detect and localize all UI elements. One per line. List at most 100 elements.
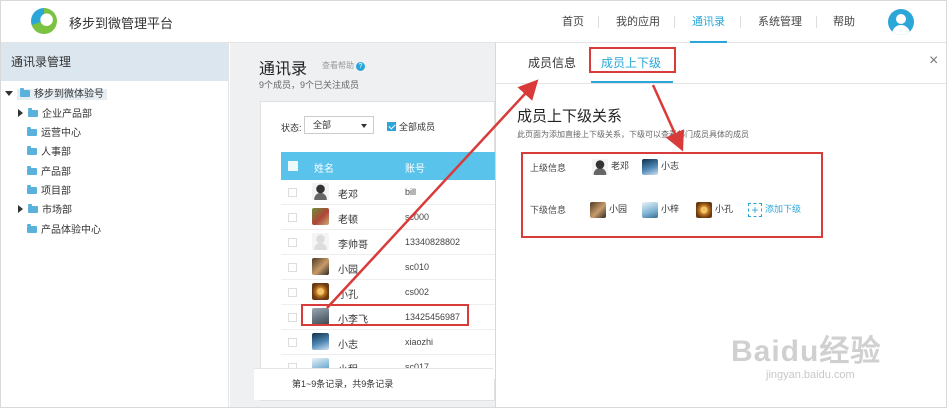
column-header-name[interactable]: 姓名 [314,160,334,175]
contacts-panel: 通讯录 查看帮助? 9个成员，9个已关注成员 状态: 全部 全部成员 姓名 账号… [230,43,496,407]
close-icon[interactable]: × [929,52,938,70]
tree-item-label: 项目部 [41,186,71,197]
nav-system-management[interactable]: 系统管理 [758,1,802,43]
tree-item-label: 人事部 [41,147,71,158]
folder-icon [28,108,38,117]
question-icon: ? [356,62,365,71]
user-avatar-icon[interactable] [888,9,914,35]
member-name: 小园 [338,265,358,276]
tree-item-hr[interactable]: 人事部 [27,145,71,161]
help-link-label: 查看帮助 [322,61,354,70]
watermark-url: jingyan.baidu.com [766,369,855,381]
member-summary: 9个成员，9个已关注成员 [259,80,360,90]
member-name: 李帅哥 [338,240,368,251]
tree-item-product-dept[interactable]: 企业产品部 [18,107,92,123]
row-checkbox[interactable] [288,238,297,247]
tree-item-label: 市场部 [42,205,72,216]
watermark-logo: Baidu经验 [731,335,882,368]
member-account: sc010 [405,262,430,272]
member-table: 姓名 账号 老邓 bill 老顿 sc000 李帅哥 13340828802 小园 sc… [281,152,496,380]
folder-icon [27,224,37,233]
nav-my-apps[interactable]: 我的应用 [616,1,660,43]
select-all-checkbox[interactable] [288,161,298,171]
table-header: 姓名 账号 [281,152,496,180]
folder-icon [27,127,37,136]
nav-help[interactable]: 帮助 [833,1,855,43]
annotation-box-hierarchy [521,152,823,238]
row-checkbox[interactable] [288,288,297,297]
tree-item-label: 产品体验中心 [41,225,101,236]
tree-item-product[interactable]: 产品部 [27,165,71,181]
active-tab-indicator [591,81,673,83]
folder-icon [27,166,37,175]
avatar [312,283,329,300]
folder-icon [20,88,30,97]
app-window: 移步到微管理平台 首页 我的应用 通讯录 系统管理 帮助 通讯录管理 移步到微体… [0,0,947,408]
avatar [312,233,329,250]
tree-item-experience-center[interactable]: 产品体验中心 [27,223,101,239]
table-row[interactable]: 小园 sc010 [281,255,496,280]
tab-member-info[interactable]: 成员信息 [528,54,576,71]
detail-tabs: 成员信息 成员上下级 × [496,43,946,84]
pagination-info: 第1~9条记录，共9条记录 [254,368,493,400]
member-account: bill [405,187,417,197]
status-filter-label: 状态: [281,123,302,133]
row-checkbox[interactable] [288,263,297,272]
app-logo-icon[interactable] [31,8,57,34]
tree-root-label: 移步到微体验号 [34,89,104,100]
nav-divider [740,16,741,28]
folder-icon [27,185,37,194]
avatar [312,333,329,350]
table-row[interactable]: 老邓 bill [281,180,496,205]
nav-home[interactable]: 首页 [562,1,584,43]
row-checkbox[interactable] [288,338,297,347]
expand-arrow-icon[interactable] [18,205,23,213]
row-checkbox[interactable] [288,188,297,197]
hierarchy-title: 成员上下级关系 [517,108,623,125]
all-members-checkbox[interactable]: 全部成员 [387,120,435,133]
hierarchy-description: 此页面为添加直接上下级关系，下级可以查看部门成员具体的成员 [517,130,749,139]
sidebar-title: 通讯录管理 [1,43,228,81]
row-checkbox[interactable] [288,213,297,222]
avatar [312,208,329,225]
member-account: sc000 [405,212,430,222]
checkbox-checked-icon[interactable] [387,122,396,131]
tree-item-label: 运营中心 [41,128,81,139]
help-link[interactable]: 查看帮助? [322,60,365,71]
table-row[interactable]: 小孔 cs002 [281,280,496,305]
annotation-box-tab [589,47,676,73]
table-row[interactable]: 老顿 sc000 [281,205,496,230]
avatar [312,258,329,275]
tree-item-operations[interactable]: 运营中心 [27,126,81,142]
table-row[interactable]: 李帅哥 13340828802 [281,230,496,255]
all-members-label: 全部成员 [399,122,436,132]
sidebar: 通讯录管理 移步到微体验号 企业产品部 运营中心 人事部 产品部 项目部 市场部 [1,43,229,407]
top-navigation-bar: 移步到微管理平台 首页 我的应用 通讯录 系统管理 帮助 [1,1,946,43]
member-account: 13340828802 [405,237,461,247]
tree-item-marketing[interactable]: 市场部 [18,203,72,219]
folder-icon [28,204,38,213]
table-row[interactable]: 小志 xiaozhi [281,330,496,355]
nav-divider [674,16,675,28]
collapse-arrow-icon[interactable] [5,91,13,96]
nav-contacts[interactable]: 通讯录 [690,1,727,43]
brand-title: 移步到微管理平台 [69,16,174,31]
folder-icon [27,146,37,155]
member-account: cs002 [405,287,430,297]
status-select[interactable]: 全部 [304,116,374,134]
member-list-card: 状态: 全部 全部成员 姓名 账号 老邓 bill 老顿 sc000 李帅哥 1334… [260,101,496,401]
nav-divider [816,16,817,28]
member-name: 老邓 [338,190,358,201]
tree-item-label: 企业产品部 [42,109,92,120]
row-checkbox[interactable] [288,313,297,322]
expand-arrow-icon[interactable] [18,109,23,117]
column-header-account[interactable]: 账号 [405,160,425,175]
annotation-box-row [301,304,469,326]
member-account: xiaozhi [405,337,434,347]
page-title: 通讯录 [259,61,308,78]
tree-item-label: 产品部 [41,167,71,178]
member-name: 小孔 [338,290,358,301]
tree-root[interactable]: 移步到微体验号 [5,87,107,103]
tree-item-project[interactable]: 项目部 [27,184,71,200]
member-name: 老顿 [338,215,358,226]
